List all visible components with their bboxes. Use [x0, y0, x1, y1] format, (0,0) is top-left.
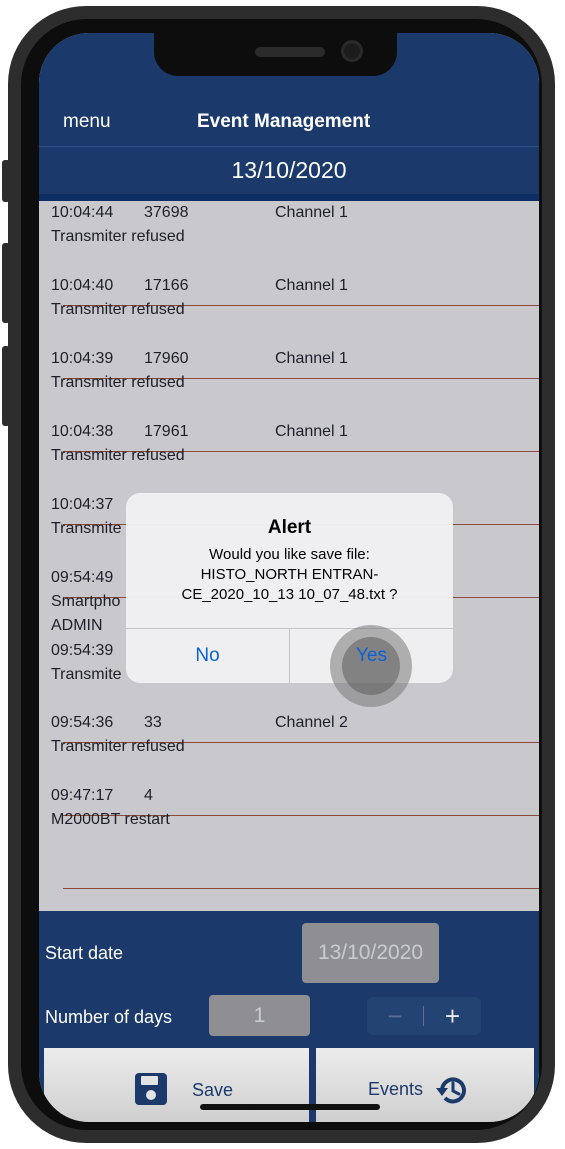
- filter-panel: Start date 13/10/2020 Number of days 1 −…: [39, 911, 539, 1122]
- save-button[interactable]: Save: [44, 1048, 309, 1122]
- event-description: Transmiter refused: [51, 228, 185, 245]
- event-description: Transmiter refused: [51, 738, 185, 755]
- start-date-label: Start date: [45, 943, 124, 963]
- event-channel: Channel 1: [275, 350, 348, 367]
- days-stepper: − +: [367, 997, 481, 1035]
- event-code: 17166: [144, 277, 189, 294]
- event-description: Transmiter refused: [51, 374, 185, 391]
- alert-yes-button[interactable]: Yes: [290, 628, 453, 683]
- event-channel: Channel 2: [275, 714, 348, 731]
- event-code: 4: [144, 787, 153, 804]
- alert-title: Alert: [267, 517, 312, 538]
- event-time: 09:54:39: [51, 642, 114, 659]
- menu-button[interactable]: menu: [63, 111, 111, 133]
- start-date-field[interactable]: 13/10/2020: [302, 923, 439, 983]
- side-button-volume-up: [2, 243, 10, 323]
- event-time: 09:54:49: [51, 569, 114, 586]
- event-extra: ADMIN: [51, 617, 103, 634]
- event-channel: Channel 1: [275, 423, 348, 440]
- stepper-minus-button[interactable]: −: [367, 997, 423, 1035]
- side-button-volume-down: [2, 346, 10, 426]
- phone-notch: [154, 33, 397, 76]
- list-item[interactable]: 10:04:44 37698 Channel 1 Transmiter refu…: [39, 201, 539, 274]
- event-time: 10:04:39: [51, 350, 114, 367]
- days-label: Number of days: [45, 1007, 173, 1027]
- event-description: Smartpho: [51, 593, 121, 610]
- event-description: Transmite: [51, 520, 122, 537]
- history-clock-icon: [434, 1072, 470, 1113]
- event-time: 09:47:17: [51, 787, 114, 804]
- event-time: 10:04:38: [51, 423, 114, 440]
- event-time: 09:54:36: [51, 714, 114, 731]
- event-description: Transmiter refused: [51, 447, 185, 464]
- list-item[interactable]: 10:04:40 17166 Channel 1 Transmiter refu…: [39, 274, 539, 347]
- list-item[interactable]: 09:54:36 33 Channel 2 Transmiter refused: [39, 711, 539, 784]
- home-indicator[interactable]: [200, 1104, 380, 1110]
- event-description: Transmite: [51, 666, 122, 683]
- event-description: Transmiter refused: [51, 301, 185, 318]
- event-code: 37698: [144, 204, 189, 221]
- side-button-mute: [2, 160, 10, 202]
- event-channel: Channel 1: [275, 204, 348, 221]
- header-divider: [39, 194, 539, 201]
- alert-message-line: HISTO_NORTH ENTRAN-: [200, 566, 379, 583]
- events-button[interactable]: Events: [316, 1048, 534, 1122]
- list-item[interactable]: 09:47:17 4 M2000BT restart: [39, 784, 539, 857]
- list-item[interactable]: 10:04:39 17960 Channel 1 Transmiter refu…: [39, 347, 539, 420]
- event-time: 10:04:44: [51, 204, 114, 221]
- events-button-label: Events: [368, 1079, 424, 1099]
- front-camera: [341, 40, 363, 62]
- days-field[interactable]: 1: [209, 995, 310, 1036]
- alert-message: Would you like save file: HISTO_NORTH EN…: [146, 545, 433, 605]
- alert-message-line: CE_2020_10_13 10_07_48.txt ?: [181, 586, 398, 603]
- event-code: 17960: [144, 350, 189, 367]
- event-time: 10:04:40: [51, 277, 114, 294]
- alert-no-button[interactable]: No: [126, 628, 289, 683]
- event-channel: Channel 1: [275, 277, 348, 294]
- event-description: M2000BT restart: [51, 811, 170, 828]
- app-screen: menu Event Management 13/10/2020 10:04:4…: [39, 33, 539, 1122]
- alert-message-line: Would you like save file:: [209, 546, 370, 563]
- save-button-label: Save: [192, 1080, 234, 1100]
- page-title: Event Management: [197, 111, 371, 132]
- event-code: 33: [144, 714, 162, 731]
- current-date: 13/10/2020: [231, 157, 347, 183]
- event-code: 17961: [144, 423, 189, 440]
- stepper-plus-button[interactable]: +: [424, 997, 481, 1035]
- event-time: 10:04:37: [51, 496, 114, 513]
- floppy-disk-icon: [134, 1072, 168, 1111]
- row-divider: [63, 888, 539, 889]
- list-item[interactable]: 10:04:38 17961 Channel 1 Transmiter refu…: [39, 420, 539, 493]
- speaker-grille: [255, 47, 325, 57]
